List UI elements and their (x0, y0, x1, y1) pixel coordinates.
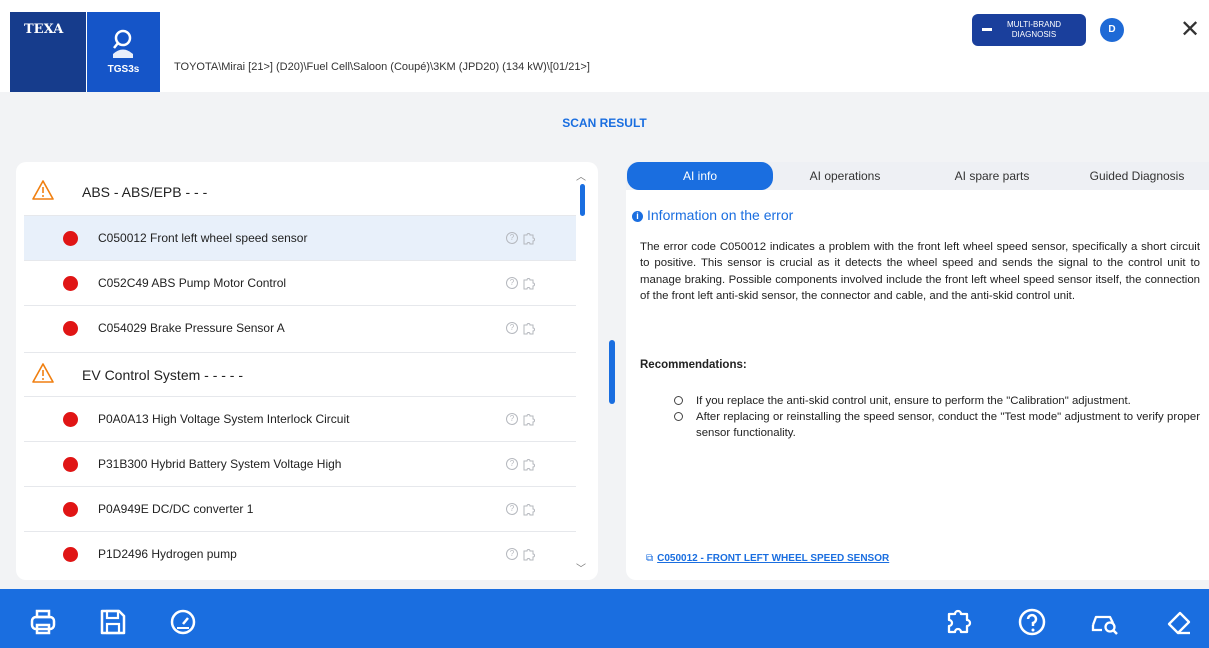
help-circle-icon[interactable]: ? (506, 277, 518, 289)
puzzle-icon[interactable] (522, 548, 535, 561)
error-code-description: C050012 Front left wheel speed sensor (98, 231, 308, 245)
error-code-description: P1D2496 Hydrogen pump (98, 547, 237, 561)
recommendation-item: After replacing or reinstalling the spee… (674, 409, 1200, 441)
car-lift-icon: ▬ (982, 23, 992, 34)
help-circle-icon[interactable]: ? (506, 503, 518, 515)
texa-logo: TEXA (10, 12, 86, 92)
error-status-dot (63, 276, 78, 291)
help-circle-icon[interactable]: ? (506, 232, 518, 244)
user-avatar[interactable]: D (1100, 18, 1124, 42)
error-explanation: The error code C050012 indicates a probl… (640, 241, 1200, 302)
scroll-up-chevron-icon[interactable]: ︿ (576, 168, 586, 183)
ai-info-panel: AI info AI operations AI spare parts Gui… (626, 162, 1209, 580)
close-icon[interactable]: ✕ (1178, 17, 1202, 43)
help-icon[interactable] (1017, 607, 1047, 637)
info-icon: i (632, 211, 643, 222)
error-row[interactable]: C052C49 ABS Pump Motor Control ? (24, 260, 576, 305)
vehicle-breadcrumb: TOYOTA\Mirai [21>] (D20)\Fuel Cell\Saloo… (174, 61, 590, 73)
print-icon[interactable] (28, 607, 58, 637)
recommendations-heading: Recommendations: (640, 359, 747, 371)
header: TEXA TGS3s TOYOTA\Mirai [21>] (D20)\Fuel… (0, 0, 1209, 92)
recommendation-text: After replacing or reinstalling the spee… (696, 411, 1200, 439)
list-scrollbar-thumb[interactable] (580, 184, 585, 216)
tab-ai-spare-parts[interactable]: AI spare parts (922, 162, 1062, 190)
recommendation-text: If you replace the anti-skid control uni… (696, 395, 1131, 407)
error-reference-text: C050012 - FRONT LEFT WHEEL SPEED SENSOR (657, 553, 890, 564)
recommendations-list: If you replace the anti-skid control uni… (674, 393, 1200, 441)
recommendation-item: If you replace the anti-skid control uni… (674, 393, 1200, 409)
puzzle-icon[interactable] (522, 458, 535, 471)
system-group-abs[interactable]: ABS - ABS/EPB - - - (24, 170, 576, 214)
tgs-logo-text: TGS3s (107, 64, 140, 75)
gauge-icon[interactable] (168, 607, 198, 637)
help-circle-icon[interactable]: ? (506, 413, 518, 425)
tab-bar: AI info AI operations AI spare parts Gui… (626, 162, 1209, 190)
puzzle-icon[interactable] (522, 503, 535, 516)
puzzle-icon[interactable] (522, 413, 535, 426)
puzzle-icon[interactable] (522, 277, 535, 290)
tab-ai-info[interactable]: AI info (627, 162, 773, 190)
circle-bullet-icon (674, 412, 683, 421)
error-code-description: C054029 Brake Pressure Sensor A (98, 321, 285, 335)
error-status-dot (63, 547, 78, 562)
puzzle-icon[interactable] (522, 322, 535, 335)
error-row[interactable]: P0A0A13 High Voltage System Interlock Ci… (24, 396, 576, 441)
scroll-down-chevron-icon[interactable]: ﹀ (576, 560, 586, 575)
error-code-description: P0A0A13 High Voltage System Interlock Ci… (98, 412, 350, 426)
system-group-title: EV Control System - - - - - (82, 367, 244, 383)
link-icon: ⧉ (646, 553, 654, 564)
texa-logo-text: TEXA (24, 22, 64, 37)
tab-guided-diagnosis[interactable]: Guided Diagnosis (1068, 162, 1206, 190)
error-reference-link[interactable]: ⧉ C050012 - FRONT LEFT WHEEL SPEED SENSOR (646, 553, 889, 564)
multi-brand-diagnosis-button[interactable]: ▬ MULTI-BRAND DIAGNOSIS (972, 14, 1086, 46)
error-status-dot (63, 321, 78, 336)
tgs-logo: TGS3s (87, 12, 160, 92)
car-search-icon[interactable] (1090, 607, 1120, 637)
page-title: SCAN RESULT (562, 116, 647, 130)
warning-icon (32, 180, 54, 200)
system-group-title: ABS - ABS/EPB - - - (82, 184, 208, 200)
puzzle-icon[interactable] (944, 607, 974, 637)
error-status-dot (63, 502, 78, 517)
error-status-dot (63, 457, 78, 472)
error-code-description: P0A949E DC/DC converter 1 (98, 502, 254, 516)
error-list-panel: ABS - ABS/EPB - - - C050012 Front left w… (16, 162, 598, 580)
puzzle-icon[interactable] (522, 232, 535, 245)
error-status-dot (63, 412, 78, 427)
save-icon[interactable] (98, 607, 128, 637)
info-heading: i Information on the error (632, 207, 793, 223)
error-status-dot (63, 231, 78, 246)
tab-ai-operations[interactable]: AI operations (776, 162, 914, 190)
warning-icon (32, 363, 54, 383)
error-row[interactable]: P0A949E DC/DC converter 1 ? (24, 486, 576, 531)
error-row[interactable]: C054029 Brake Pressure Sensor A ? (24, 305, 576, 350)
system-group-ev-control[interactable]: EV Control System - - - - - (24, 352, 576, 396)
help-circle-icon[interactable]: ? (506, 458, 518, 470)
error-code-description: C052C49 ABS Pump Motor Control (98, 276, 287, 290)
error-code-description: P31B300 Hybrid Battery System Voltage Hi… (98, 457, 342, 471)
help-circle-icon[interactable]: ? (506, 322, 518, 334)
error-row[interactable]: C050012 Front left wheel speed sensor ? (24, 215, 576, 260)
info-heading-text: Information on the error (647, 207, 794, 223)
bottom-toolbar (0, 589, 1209, 648)
multi-brand-line1: MULTI-BRAND (1006, 20, 1062, 29)
multi-brand-line2: DIAGNOSIS (1011, 30, 1057, 39)
eraser-icon[interactable] (1163, 607, 1193, 637)
help-circle-icon[interactable]: ? (506, 548, 518, 560)
circle-bullet-icon (674, 396, 683, 405)
error-row[interactable]: P1D2496 Hydrogen pump ? (24, 531, 576, 576)
panel-splitter-handle[interactable] (609, 340, 615, 404)
tgs-search-icon (113, 29, 133, 58)
error-row[interactable]: P31B300 Hybrid Battery System Voltage Hi… (24, 441, 576, 486)
